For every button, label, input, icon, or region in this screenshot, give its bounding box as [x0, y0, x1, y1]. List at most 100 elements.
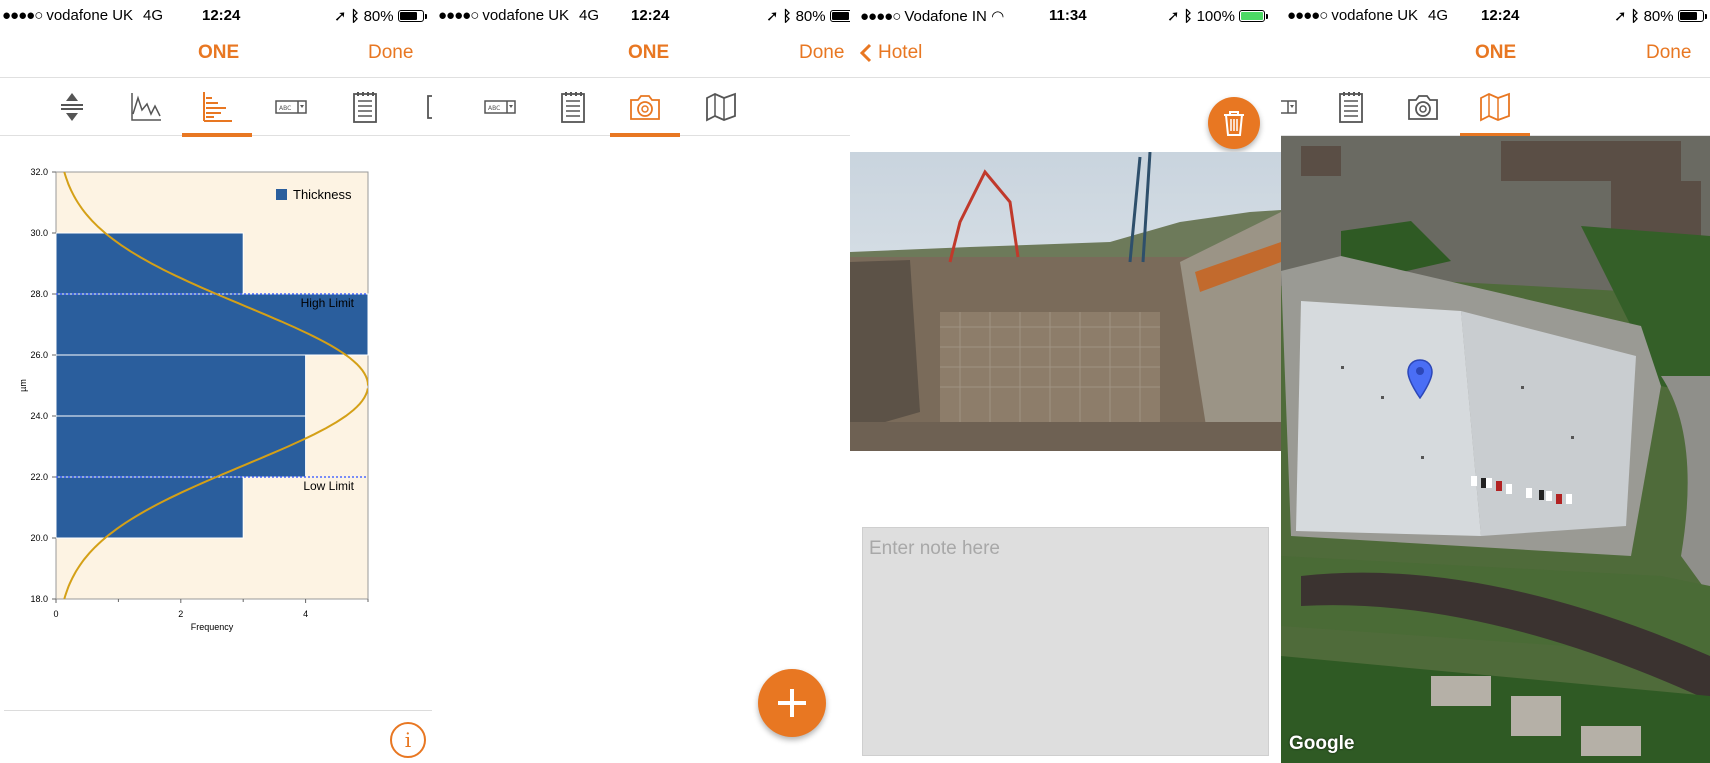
nav-bar: ONE Done: [0, 32, 432, 78]
gauge-probe-icon: [427, 95, 432, 119]
tab-gauge-probe[interactable]: [402, 78, 432, 136]
location-pin-icon[interactable]: [1407, 359, 1433, 399]
back-button[interactable]: Hotel: [860, 42, 922, 64]
histogram-bar: [55, 415, 307, 478]
text-dropdown-icon: ABC: [484, 100, 516, 114]
carrier-name: vodafone UK: [46, 7, 134, 24]
tab-line-chart[interactable]: [111, 78, 181, 136]
carrier-name: Vodafone IN: [904, 8, 987, 25]
notepad-icon: [353, 92, 377, 123]
y-axis-label: µm: [18, 379, 28, 392]
note-field[interactable]: Enter note here: [862, 527, 1269, 756]
back-label: Hotel: [878, 42, 923, 63]
battery-icon: [397, 10, 427, 22]
y-tick-label: 24.0: [30, 411, 48, 421]
location-icon: ➚: [1614, 8, 1627, 25]
legend-label: Thickness: [293, 187, 352, 202]
info-button[interactable]: i: [390, 722, 426, 758]
status-bar: ●●●●○ Vodafone IN ◠ 11:34 ➚ ᛒ 100%: [850, 0, 1281, 32]
y-tick-label: 22.0: [30, 472, 48, 482]
status-bar: ●●●●○ vodafone UK 4G 12:24 ➚ ᛒ 80%: [0, 0, 432, 32]
location-icon: ➚: [334, 8, 347, 25]
x-axis-label: Frequency: [191, 622, 234, 632]
done-button[interactable]: Done: [1646, 42, 1691, 64]
signal-icon: ●●●●○: [2, 7, 43, 24]
line-chart-icon: [131, 93, 161, 121]
y-tick-label: 26.0: [30, 350, 48, 360]
signal-icon: ●●●●○: [1287, 7, 1328, 24]
location-icon: ➚: [766, 8, 779, 25]
tab-map[interactable]: [1460, 78, 1530, 137]
delete-button[interactable]: [1208, 97, 1260, 149]
screen-photo-detail: ●●●●○Vodafone IN ◠ 11:34 ➚ ᛒ 100% Hotel: [850, 0, 1281, 763]
tab-text-dropdown[interactable]: ABC: [465, 78, 535, 136]
tab-text-dropdown[interactable]: ABC: [1281, 78, 1316, 136]
battery-percent: 80%: [795, 7, 826, 25]
x-tick-label: 2: [178, 609, 183, 619]
network-type: 4G: [579, 7, 600, 24]
bluetooth-icon: ᛒ: [1630, 7, 1640, 25]
notepad-icon: [561, 92, 585, 123]
done-button[interactable]: Done: [799, 42, 844, 64]
camera-icon: [1408, 95, 1438, 120]
histogram-chart: High Limit Low Limit 18.0 20.0 22.0 24.0 26.0 2…: [18, 167, 369, 632]
y-tick-label: 30.0: [30, 228, 48, 238]
status-time: 11:34: [1049, 7, 1087, 24]
y-tick-label: 20.0: [30, 533, 48, 543]
nav-bar: Hotel: [850, 32, 1281, 78]
tab-notepad[interactable]: [1316, 78, 1386, 136]
carrier-name: vodafone UK: [1331, 7, 1419, 24]
y-tick-label: 28.0: [30, 289, 48, 299]
y-tick-label: 32.0: [30, 167, 48, 177]
page-title: ONE: [1475, 42, 1517, 63]
notepad-icon: [1339, 92, 1363, 123]
map-attribution: Google: [1289, 733, 1355, 754]
tab-notepad[interactable]: [538, 78, 608, 136]
nav-bar: ONE Done: [1281, 32, 1710, 78]
network-type: 4G: [143, 7, 164, 24]
tab-map[interactable]: [686, 78, 756, 136]
battery-percent: 80%: [1643, 7, 1674, 25]
network-type: 4G: [1428, 7, 1449, 24]
y-tick-label: 18.0: [30, 594, 48, 604]
status-bar: ●●●●○ vodafone UK 4G 12:24 ➚ ᛒ 80%: [1281, 0, 1710, 32]
tab-camera[interactable]: [610, 78, 680, 137]
camera-icon: [630, 95, 660, 120]
text-dropdown-icon: ABC: [275, 100, 307, 114]
tab-sort[interactable]: [37, 78, 107, 136]
done-button[interactable]: Done: [368, 42, 413, 64]
divider: [4, 710, 432, 711]
limit-label: Low Limit: [303, 479, 354, 493]
plus-icon: [778, 689, 806, 717]
tab-notepad[interactable]: [330, 78, 400, 136]
map-icon: [706, 92, 736, 122]
battery-icon: [1238, 10, 1268, 22]
screen-histogram: ●●●●○ vodafone UK 4G 12:24 ➚ ᛒ 80% ONE Don…: [0, 0, 432, 763]
wifi-icon: ◠: [991, 8, 1005, 25]
screen-map: ●●●●○ vodafone UK 4G 12:24 ➚ ᛒ 80% ONE Don…: [1281, 0, 1710, 763]
tab-bar: ABC: [1281, 78, 1710, 137]
x-tick-label: 0: [53, 609, 58, 619]
screen-photos: ●●●●○ vodafone UK 4G 12:24 ➚ ᛒ 80% ONE Don…: [432, 0, 850, 763]
page-title: ONE: [198, 42, 240, 63]
trash-icon: [1224, 111, 1244, 136]
histogram-icon: [203, 92, 232, 122]
bluetooth-icon: ᛒ: [782, 7, 792, 25]
carrier-name: vodafone UK: [482, 7, 570, 24]
note-placeholder: Enter note here: [869, 538, 1000, 559]
add-button[interactable]: [758, 669, 826, 737]
svg-text:ABC: ABC: [279, 105, 291, 112]
map-icon: [1480, 92, 1510, 122]
tab-bar: ABC: [0, 78, 432, 137]
bluetooth-icon: ᛒ: [1183, 7, 1193, 25]
tab-histogram[interactable]: [182, 78, 252, 137]
chevron-left-icon: [860, 43, 872, 63]
text-dropdown-icon: ABC: [1281, 100, 1297, 114]
nav-bar: ONE Done: [432, 32, 850, 78]
tab-camera[interactable]: [1388, 78, 1458, 136]
svg-text:ABC: ABC: [488, 105, 500, 112]
histogram-bar: [55, 354, 307, 417]
tab-text-dropdown[interactable]: ABC: [256, 78, 326, 136]
battery-icon: [1677, 10, 1707, 22]
satellite-map[interactable]: Google: [1281, 136, 1710, 763]
